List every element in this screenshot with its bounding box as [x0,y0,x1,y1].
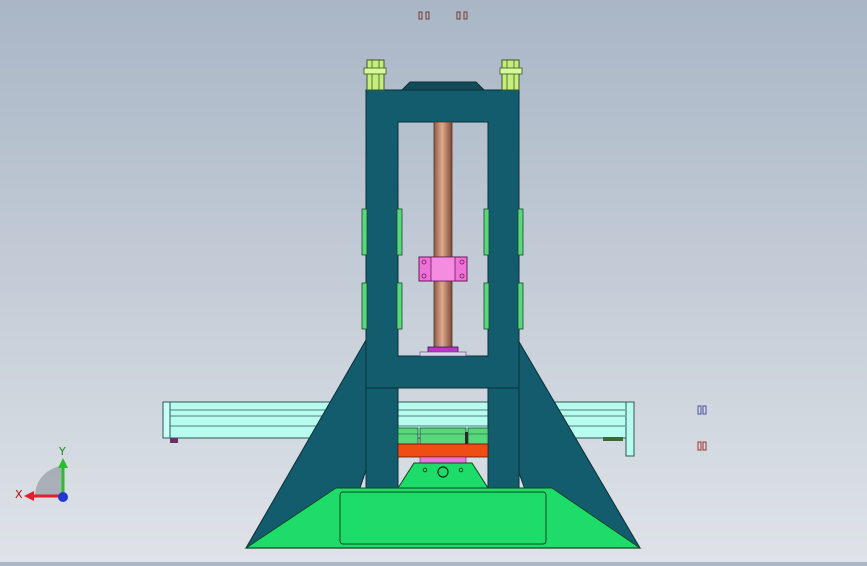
orange-mounting-plate[interactable] [397,443,489,458]
rail-slider-blocks[interactable] [397,427,489,445]
y-axis-arrowhead [58,458,68,468]
side-reference-markers [697,405,707,451]
coordinate-triad: Y X [15,445,68,502]
lower-coupling[interactable] [419,456,467,464]
lead-screw-nut-block[interactable] [418,256,468,282]
x-axis-label: X [15,488,23,501]
top-cap-plate[interactable] [400,81,486,91]
top-right-clamp[interactable] [499,59,523,91]
triad-plane-icon [34,466,63,496]
motor-mount-bracket[interactable] [397,462,489,489]
top-left-clamp[interactable] [363,59,387,91]
x-axis-arrowhead [24,491,34,501]
bearing-collar[interactable] [419,346,467,357]
graphics-viewport[interactable]: Y X [0,0,867,562]
z-axis-dot [58,492,68,502]
top-reference-markers [418,11,468,20]
y-axis-label: Y [58,445,66,458]
model-canvas[interactable]: Y X [0,0,867,562]
lead-screw[interactable] [433,121,453,351]
